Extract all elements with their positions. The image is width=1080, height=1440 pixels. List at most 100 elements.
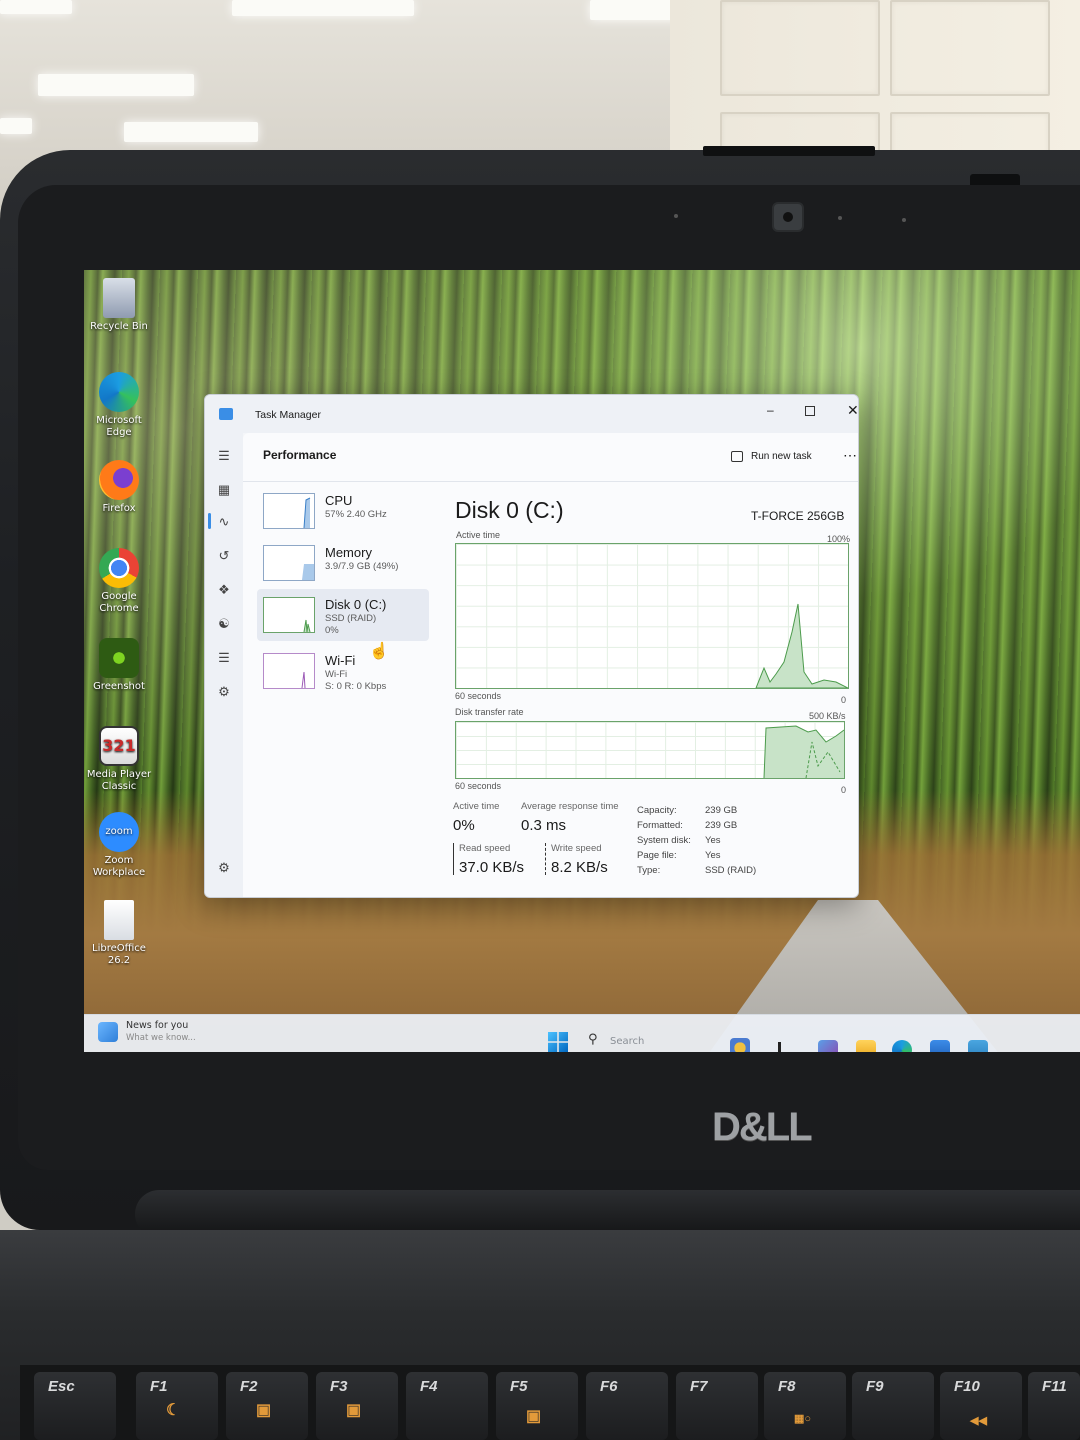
key-f3[interactable]: F3 ▣ — [316, 1372, 398, 1440]
active-time-graph-label: Active time — [456, 530, 501, 540]
desktop-icon-greenshot[interactable]: Greenshot — [84, 638, 154, 693]
key-f7[interactable]: F7 — [676, 1372, 758, 1440]
key-f4[interactable]: F4 — [406, 1372, 488, 1440]
search-icon[interactable]: ⚲ — [588, 1032, 598, 1047]
libreoffice-icon — [104, 900, 134, 940]
ceiling-light — [124, 122, 258, 142]
resource-sub: 57% 2.40 GHz — [325, 509, 387, 520]
resource-item-memory[interactable]: Memory 3.9/7.9 GB (49%) — [257, 537, 429, 589]
resource-name: Wi-Fi — [325, 653, 356, 668]
avg-response-value: 0.3 ms — [521, 817, 567, 834]
key-f8[interactable]: F8 ▦○ — [764, 1372, 846, 1440]
key-esc[interactable]: Esc — [34, 1372, 116, 1440]
store-icon[interactable] — [930, 1040, 950, 1052]
app-history-icon[interactable]: ↺ — [215, 547, 233, 565]
resource-name: Disk 0 (C:) — [325, 597, 387, 612]
news-widget-title[interactable]: News for you — [126, 1020, 188, 1031]
active-time-stat-value: 0% — [453, 817, 475, 834]
run-new-task-button[interactable]: Run new task — [751, 451, 812, 462]
lock-icon: ▣ — [346, 1402, 362, 1419]
minimize-icon[interactable]: – — [767, 403, 779, 417]
display-switch-icon: ▦○ — [794, 1413, 812, 1425]
recycle-bin-icon — [103, 278, 135, 318]
task-view-icon[interactable] — [778, 1042, 792, 1052]
nav-selection-indicator — [208, 513, 211, 529]
widgets-icon[interactable] — [730, 1038, 750, 1052]
transfer-rate-graph — [455, 721, 845, 779]
task-manager-icon — [219, 408, 233, 420]
hamburger-menu-icon[interactable]: ☰ — [215, 447, 233, 465]
resource-item-disk0[interactable]: Disk 0 (C:) SSD (RAID) 0% — [257, 589, 429, 641]
desktop-icon-edge[interactable]: Microsoft Edge — [84, 372, 154, 439]
file-explorer-icon[interactable] — [856, 1040, 876, 1052]
resource-item-wifi[interactable]: Wi-Fi Wi-Fi S: 0 R: 0 Kbps — [257, 645, 429, 697]
desktop-icon-chrome[interactable]: Google Chrome — [84, 548, 154, 615]
rewind-icon: ◀◀ — [970, 1415, 987, 1427]
bezel-dot — [902, 218, 906, 222]
news-widget-subtitle[interactable]: What we know... — [126, 1033, 196, 1043]
desktop-icon-zoom[interactable]: zoom Zoom Workplace — [84, 812, 154, 879]
prop-page-file-label: Page file: — [637, 850, 677, 861]
window-title: Task Manager — [255, 409, 321, 421]
users-icon[interactable]: ☯ — [215, 615, 233, 633]
copilot-icon[interactable] — [818, 1040, 838, 1052]
key-f9[interactable]: F9 — [852, 1372, 934, 1440]
write-speed-value: 8.2 KB/s — [551, 859, 608, 876]
startup-apps-icon[interactable]: ❖ — [215, 581, 233, 599]
page-title: Performance — [263, 448, 337, 462]
close-icon[interactable]: ✕ — [847, 402, 858, 419]
settings-icon[interactable]: ⚙ — [215, 859, 233, 877]
memory-thumb-graph — [263, 545, 315, 581]
weather-icon[interactable] — [98, 1022, 118, 1042]
key-f10[interactable]: F10 ◀◀ — [940, 1372, 1022, 1440]
title-bar: Task Manager – ✕ — [205, 395, 858, 433]
nav-rail: ☰ ▦ ∿ ↺ ❖ ☯ ☰ ⚙ ⚙ — [205, 433, 243, 897]
keyboard-backlight-icon: ▣ — [526, 1408, 542, 1425]
maximize-icon[interactable] — [805, 406, 815, 416]
screen: Recycle Bin Microsoft Edge Firefox Googl… — [84, 270, 1080, 1052]
taskbar-search-box[interactable]: Search — [610, 1036, 644, 1047]
transfer-rate-line — [763, 725, 845, 779]
key-f2[interactable]: F2 ▣ — [226, 1372, 308, 1440]
desktop-icon-recycle-bin[interactable]: Recycle Bin — [84, 278, 154, 333]
prop-type-label: Type: — [637, 865, 661, 876]
memory-thumb-fill — [302, 564, 314, 580]
time-span-label: 60 seconds — [455, 781, 502, 791]
key-f6[interactable]: F6 — [586, 1372, 668, 1440]
task-manager-taskbar-icon[interactable] — [968, 1040, 988, 1052]
wifi-thumb-graph — [263, 653, 315, 689]
greenshot-icon — [99, 638, 139, 678]
read-speed-value: 37.0 KB/s — [459, 859, 525, 876]
ceiling-light — [38, 74, 194, 96]
read-speed-label: Read speed — [459, 843, 511, 854]
bezel-dot — [838, 216, 842, 220]
key-f11[interactable]: F11 — [1028, 1372, 1080, 1440]
more-options-button[interactable]: ⋯ — [843, 447, 857, 464]
ceiling-light — [0, 118, 32, 134]
task-manager-window: Task Manager – ✕ ☰ ▦ ∿ ↺ ❖ ☯ ☰ ⚙ ⚙ Perfo… — [204, 394, 859, 898]
axis-zero: 0 — [841, 785, 847, 795]
services-icon[interactable]: ⚙ — [215, 683, 233, 701]
active-time-stat-label: Active time — [453, 801, 500, 812]
disk-thumb-graph — [263, 597, 315, 633]
desktop-icon-media-player-classic[interactable]: 321 Media Player Classic — [84, 726, 154, 793]
prop-formatted-value: 239 GB — [705, 820, 738, 831]
axis-zero: 0 — [841, 695, 847, 705]
firefox-icon — [99, 460, 139, 500]
desktop-icon-firefox[interactable]: Firefox — [84, 460, 154, 515]
desktop-icon-libreoffice[interactable]: LibreOffice 26.2 — [84, 900, 154, 967]
prop-page-file-value: Yes — [705, 850, 721, 861]
ceiling-light — [0, 0, 72, 14]
resource-item-cpu[interactable]: CPU 57% 2.40 GHz — [257, 485, 429, 537]
avg-response-label: Average response time — [521, 801, 619, 812]
webcam — [772, 202, 804, 232]
key-f5[interactable]: F5 ▣ — [496, 1372, 578, 1440]
details-icon[interactable]: ☰ — [215, 649, 233, 667]
resource-sub: S: 0 R: 0 Kbps — [325, 681, 387, 692]
run-task-icon[interactable] — [731, 451, 743, 462]
prop-capacity-value: 239 GB — [705, 805, 738, 816]
key-f1[interactable]: F1 ☾ — [136, 1372, 218, 1440]
cpu-thumb-line — [303, 497, 311, 529]
performance-icon[interactable]: ∿ — [215, 513, 233, 531]
processes-icon[interactable]: ▦ — [215, 481, 233, 499]
